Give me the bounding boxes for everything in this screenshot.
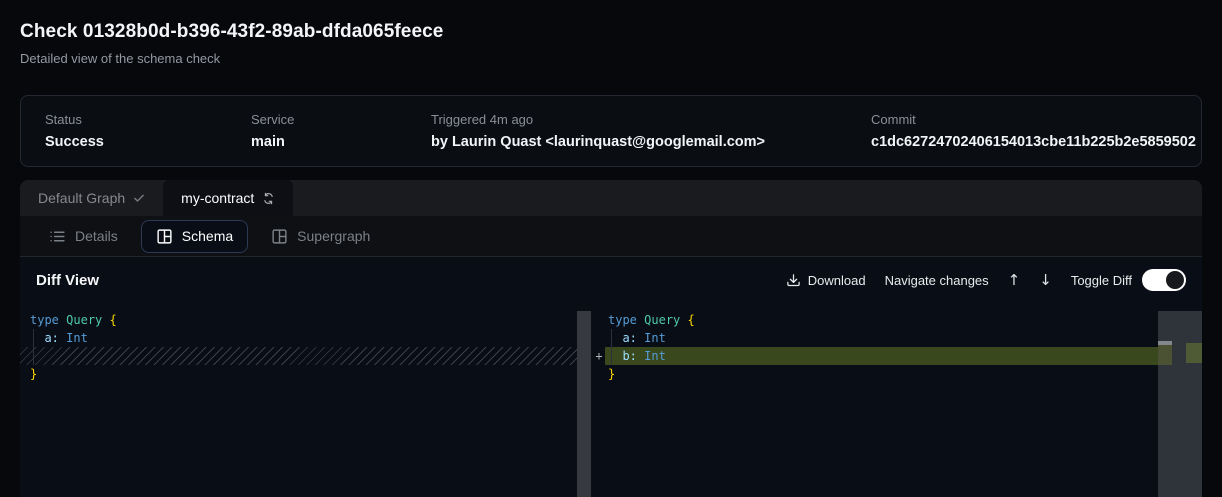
tab-my-contract-label: my-contract: [181, 190, 254, 206]
diff-placeholder-line: [20, 347, 591, 365]
left-scrollbar[interactable]: [577, 311, 591, 497]
page-header: Check 01328b0d-b396-43f2-89ab-dfda065fee…: [0, 0, 1222, 67]
page-subtitle: Detailed view of the schema check: [20, 51, 1202, 67]
graph-tab-strip: Default Graph my-contract: [20, 180, 1202, 216]
overview-insert-marker: [1186, 343, 1202, 363]
right-pane-content: type Query { a: Int b: Int}: [591, 311, 1202, 383]
inserted-line-plus-sign: +: [592, 347, 606, 365]
tab-schema[interactable]: Schema: [141, 220, 248, 253]
navigate-changes-label: Navigate changes: [885, 273, 989, 288]
page-title: Check 01328b0d-b396-43f2-89ab-dfda065fee…: [20, 20, 1202, 44]
tab-details-label: Details: [75, 228, 118, 244]
diff-pane-before: type Query { a: Int}: [20, 303, 591, 497]
diff-header: Diff View Download Navigate changes ↑ ↓ …: [20, 257, 1202, 303]
tab-default-graph-label: Default Graph: [38, 190, 125, 206]
list-icon: [49, 228, 66, 245]
toggle-diff-label: Toggle Diff: [1071, 273, 1132, 288]
check-detail-panel: Default Graph my-contract Details: [20, 180, 1202, 497]
view-tab-row: Details Schema Supergraph: [20, 216, 1202, 257]
next-change-button[interactable]: ↓: [1039, 273, 1052, 288]
code-line: a: Int: [20, 329, 591, 347]
indent-guide: [611, 329, 612, 365]
tab-default-graph[interactable]: Default Graph: [20, 180, 163, 216]
status-label: Status: [45, 112, 251, 127]
service-value: main: [251, 133, 431, 151]
code-line: type Query {: [591, 311, 1202, 329]
tab-details[interactable]: Details: [34, 220, 133, 253]
triggered-label: Triggered 4m ago: [431, 112, 871, 127]
status-value: Success: [45, 133, 251, 151]
diff-section: Diff View Download Navigate changes ↑ ↓ …: [20, 257, 1202, 497]
triggered-field: Triggered 4m ago by Laurin Quast <laurin…: [431, 112, 871, 166]
download-label: Download: [808, 273, 866, 288]
check-icon: [133, 192, 145, 204]
overview-insert-tint: [1158, 345, 1172, 365]
diff-view-title: Diff View: [36, 272, 99, 289]
tab-my-contract[interactable]: my-contract: [163, 180, 293, 216]
service-label: Service: [251, 112, 431, 127]
code-line: }: [591, 365, 1202, 383]
columns-icon: [156, 228, 173, 245]
download-button[interactable]: Download: [786, 273, 866, 288]
download-icon: [786, 273, 801, 288]
status-field: Status Success: [45, 112, 251, 166]
check-summary-card: Status Success Service main Triggered 4m…: [20, 95, 1202, 167]
diff-controls: Download Navigate changes ↑ ↓ Toggle Dif…: [786, 269, 1186, 291]
toggle-diff-group: Toggle Diff: [1071, 269, 1186, 291]
commit-label: Commit: [871, 112, 1196, 127]
left-pane-content: type Query { a: Int}: [20, 311, 591, 383]
diff-editor: type Query { a: Int} type Query { a: Int…: [20, 303, 1202, 497]
service-field: Service main: [251, 112, 431, 166]
tab-supergraph[interactable]: Supergraph: [256, 220, 385, 253]
toggle-diff-switch[interactable]: [1142, 269, 1186, 291]
tab-schema-label: Schema: [182, 228, 233, 244]
code-line: a: Int: [591, 329, 1202, 347]
columns-icon: [271, 228, 288, 245]
commit-value: c1dc62724702406154013cbe11b225b2e5859502: [871, 133, 1196, 151]
inserted-code-line: b: Int: [605, 347, 1158, 365]
right-scrollbar-overview-ruler[interactable]: [1158, 311, 1202, 497]
triggered-value: by Laurin Quast <laurinquast@googlemail.…: [431, 133, 871, 151]
contract-icon: [262, 192, 275, 205]
code-line: }: [20, 365, 591, 383]
commit-field: Commit c1dc62724702406154013cbe11b225b2e…: [871, 112, 1196, 166]
indent-guide: [33, 329, 34, 365]
toggle-knob: [1166, 271, 1184, 289]
code-line: type Query {: [20, 311, 591, 329]
previous-change-button[interactable]: ↑: [1008, 273, 1021, 288]
diff-pane-after: type Query { a: Int b: Int} +: [591, 303, 1202, 497]
tab-supergraph-label: Supergraph: [297, 228, 370, 244]
